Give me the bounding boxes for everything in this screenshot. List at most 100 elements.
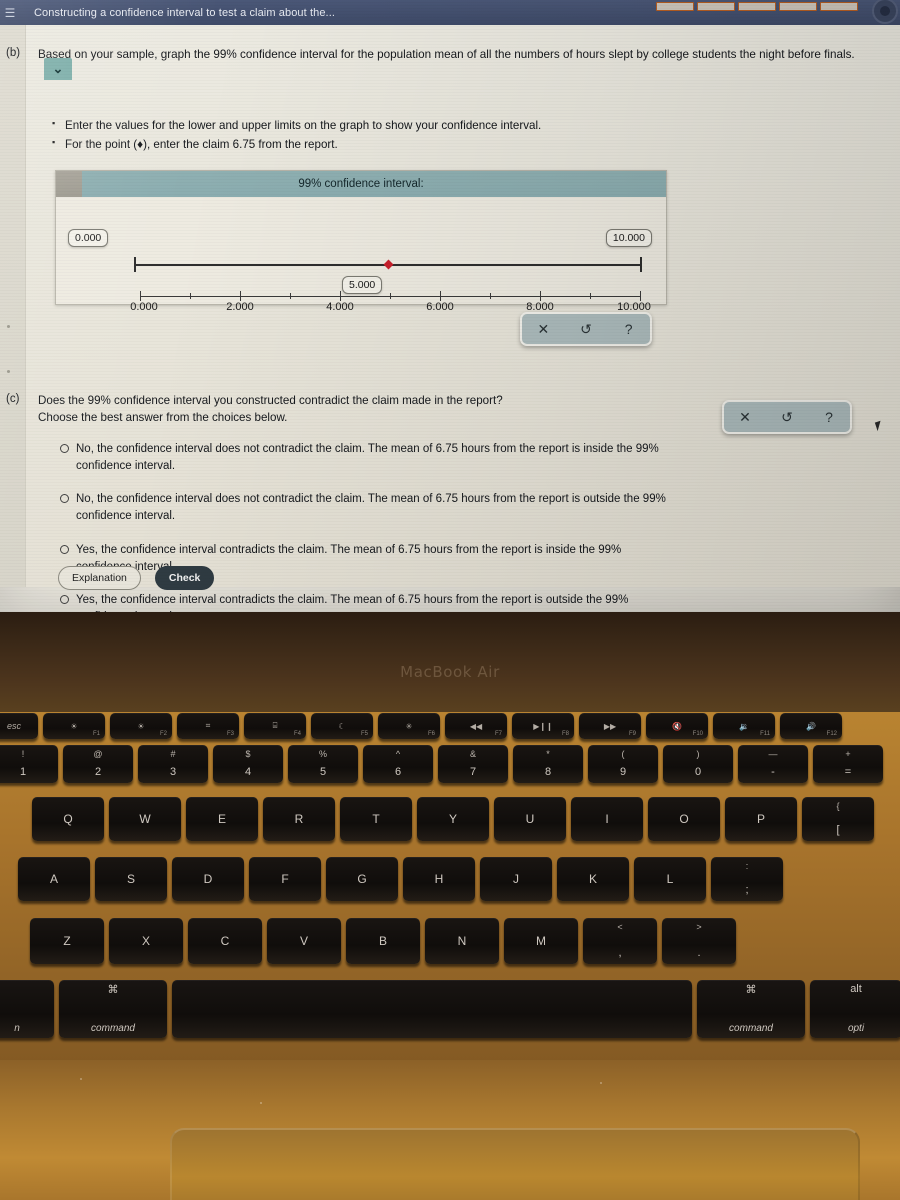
key-8[interactable]: * 8: [513, 745, 583, 783]
key-l[interactable]: L: [634, 857, 706, 901]
key-semicolon[interactable]: : ;: [711, 857, 783, 901]
key-f1-brightness-down[interactable]: ☀ F1: [43, 713, 105, 739]
help-icon[interactable]: ?: [808, 409, 850, 425]
key-minus[interactable]: — -: [738, 745, 808, 783]
trackpad[interactable]: [170, 1128, 860, 1200]
keyboard-qwerty-row: Q W E R T Y U I O P { [: [32, 797, 874, 841]
confidence-interval-graph[interactable]: 99% confidence interval: 0.000 10.000 5.…: [55, 170, 667, 313]
key-m[interactable]: M: [504, 918, 578, 964]
browser-tab-strip[interactable]: [656, 2, 858, 11]
key-f12-volume-up[interactable]: 🔊 F12: [780, 713, 842, 739]
key-spacebar[interactable]: [172, 980, 692, 1038]
key-2[interactable]: @ 2: [63, 745, 133, 783]
key-n[interactable]: N: [425, 918, 499, 964]
key-9[interactable]: ( 9: [588, 745, 658, 783]
help-icon[interactable]: ?: [607, 321, 650, 337]
key-v[interactable]: V: [267, 918, 341, 964]
answer-choice-label: No, the confidence interval does not con…: [76, 442, 659, 472]
graph-toolbar[interactable]: ✕ ↺ ?: [520, 312, 652, 346]
radio-button-icon[interactable]: [60, 494, 69, 504]
key-equals[interactable]: + =: [813, 745, 883, 783]
answer-toolbar[interactable]: ✕ ↺ ?: [722, 400, 852, 434]
key-f5-keyboard-backlight-down[interactable]: ☾ F5: [311, 713, 373, 739]
key-left-bracket[interactable]: { [: [802, 797, 874, 841]
key-r[interactable]: R: [263, 797, 335, 841]
check-button[interactable]: Check: [154, 566, 215, 590]
key-f6-keyboard-backlight-up[interactable]: ✳ F6: [378, 713, 440, 739]
radio-button-icon[interactable]: [60, 544, 69, 554]
axis-tick-label: 0.000: [130, 301, 158, 313]
radio-button-icon[interactable]: [60, 595, 69, 605]
answer-choice-1[interactable]: No, the confidence interval does not con…: [60, 441, 680, 476]
menu-icon[interactable]: ☰: [2, 6, 18, 20]
key-e[interactable]: E: [186, 797, 258, 841]
radio-button-icon[interactable]: [60, 443, 69, 453]
key-3[interactable]: # 3: [138, 745, 208, 783]
undo-icon[interactable]: ↺: [565, 321, 608, 338]
answer-choice-2[interactable]: No, the confidence interval does not con…: [60, 491, 680, 526]
upper-limit-input[interactable]: 10.000: [605, 229, 652, 247]
key-f7-previous-track[interactable]: ◀◀ F7: [445, 713, 507, 739]
lower-limit-input[interactable]: 0.000: [68, 229, 109, 247]
key-5[interactable]: % 5: [288, 745, 358, 783]
key-command-left[interactable]: ⌘ command: [59, 980, 167, 1038]
key-z[interactable]: Z: [30, 918, 104, 964]
key-d[interactable]: D: [172, 857, 244, 901]
question-b-label: (b): [6, 47, 21, 59]
key-option-right[interactable]: alt opti: [810, 980, 900, 1038]
browser-tab[interactable]: [697, 2, 735, 11]
key-7[interactable]: & 7: [438, 745, 508, 783]
key-4[interactable]: $ 4: [213, 745, 283, 783]
browser-tab[interactable]: [820, 2, 858, 11]
key-command-right[interactable]: ⌘ command: [697, 980, 805, 1038]
key-f8-play-pause[interactable]: ▶❙❙ F8: [512, 713, 574, 739]
key-u[interactable]: U: [494, 797, 566, 841]
graph-header-corner: [56, 171, 82, 197]
key-i[interactable]: I: [571, 797, 643, 841]
key-1[interactable]: ! 1: [0, 745, 58, 783]
browser-tab[interactable]: [738, 2, 776, 11]
key-f[interactable]: F: [249, 857, 321, 901]
key-s[interactable]: S: [95, 857, 167, 901]
macbook-brand-label: MacBook Air: [400, 663, 500, 681]
key-k[interactable]: K: [557, 857, 629, 901]
key-f3-mission-control[interactable]: ⌗ F3: [177, 713, 239, 739]
key-0[interactable]: ) 0: [663, 745, 733, 783]
key-esc[interactable]: esc: [0, 713, 38, 739]
key-j[interactable]: J: [480, 857, 552, 901]
undo-icon[interactable]: ↺: [766, 409, 808, 426]
key-o[interactable]: O: [648, 797, 720, 841]
key-f11-volume-down[interactable]: 🔉 F11: [713, 713, 775, 739]
key-x[interactable]: X: [109, 918, 183, 964]
clear-icon[interactable]: ✕: [522, 321, 565, 338]
key-a[interactable]: A: [18, 857, 90, 901]
brightness-icon: ☀: [70, 721, 78, 731]
key-6[interactable]: ^ 6: [363, 745, 433, 783]
browser-tab[interactable]: [779, 2, 817, 11]
answer-choice-4[interactable]: Yes, the confidence interval contradicts…: [60, 592, 680, 612]
key-fn[interactable]: n: [0, 980, 54, 1038]
clear-icon[interactable]: ✕: [724, 409, 766, 426]
webcam-icon: [872, 0, 898, 24]
key-q[interactable]: Q: [32, 797, 104, 841]
key-w[interactable]: W: [109, 797, 181, 841]
point-value-input[interactable]: 5.000: [342, 276, 383, 294]
rewind-icon: ◀◀: [469, 721, 483, 731]
key-b[interactable]: B: [346, 918, 420, 964]
action-button-row: Explanation Check: [58, 566, 215, 590]
key-f2-brightness-up[interactable]: ☀ F2: [110, 713, 172, 739]
claim-point-diamond-icon[interactable]: [383, 259, 394, 270]
key-f10-mute[interactable]: 🔇 F10: [646, 713, 708, 739]
explanation-button[interactable]: Explanation: [58, 566, 141, 590]
browser-tab[interactable]: [656, 2, 694, 11]
key-comma[interactable]: < ,: [583, 918, 657, 964]
key-period[interactable]: > .: [662, 918, 736, 964]
key-y[interactable]: Y: [417, 797, 489, 841]
key-f4-launchpad[interactable]: ⌸ F4: [244, 713, 306, 739]
key-g[interactable]: G: [326, 857, 398, 901]
key-p[interactable]: P: [725, 797, 797, 841]
key-c[interactable]: C: [188, 918, 262, 964]
key-f9-next-track[interactable]: ▶▶ F9: [579, 713, 641, 739]
key-h[interactable]: H: [403, 857, 475, 901]
key-t[interactable]: T: [340, 797, 412, 841]
